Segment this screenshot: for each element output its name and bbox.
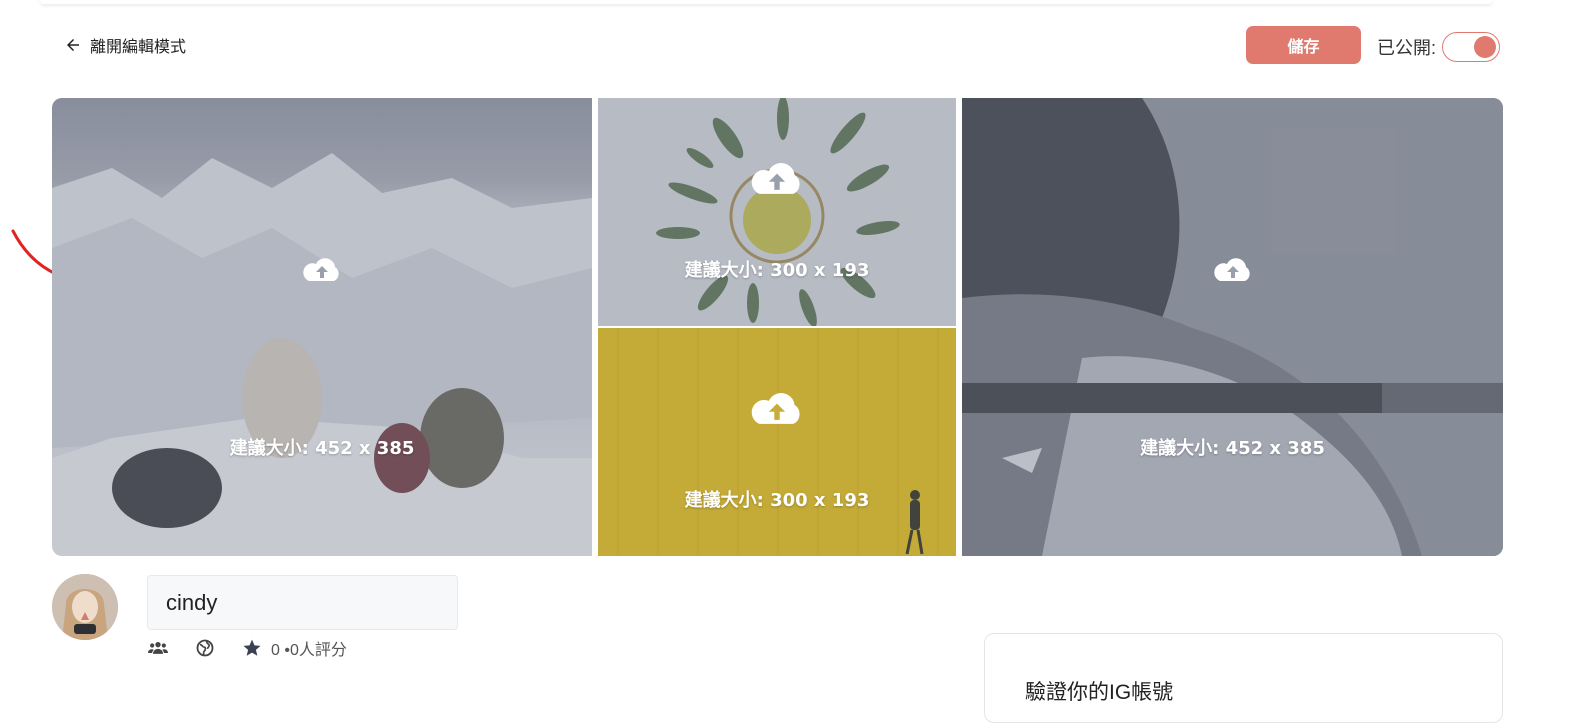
banner-upload-tile-bottom-middle[interactable]: 建議大小: 300 x 193 [598, 328, 956, 556]
ig-verify-title: 驗證你的IG帳號 [1025, 681, 1174, 704]
save-button[interactable]: 儲存 [1246, 26, 1361, 64]
exit-edit-mode-link[interactable]: 離開編輯模式 [64, 33, 186, 57]
recommended-size-caption: 建議大小: 452 x 385 [229, 438, 415, 459]
avatar[interactable] [52, 574, 118, 640]
public-toggle[interactable] [1442, 32, 1501, 62]
tile-overlay [962, 98, 1503, 556]
banner-upload-tile-large-right[interactable]: 建議大小: 452 x 385 [962, 98, 1503, 556]
toggle-knob [1474, 36, 1497, 58]
cloud-upload-icon[interactable] [747, 386, 807, 432]
ig-verify-card: 驗證你的IG帳號 [984, 633, 1503, 723]
cloud-upload-icon[interactable] [747, 156, 807, 202]
exit-edit-mode-label: 離開編輯模式 [90, 39, 187, 56]
star-icon [241, 637, 263, 659]
recommended-size-caption: 建議大小: 452 x 385 [1140, 438, 1325, 459]
profile-meta: 0 •0人評分 [147, 636, 347, 660]
tile-overlay [52, 98, 592, 556]
recommended-size-caption: 建議大小: 300 x 193 [684, 490, 870, 511]
recommended-size-caption: 建議大小: 300 x 193 [684, 260, 870, 281]
top-bar-edge [40, 0, 1492, 4]
arrow-left-icon [67, 39, 79, 51]
cloud-upload-icon[interactable] [1211, 253, 1255, 287]
banner-upload-tile-large-left[interactable]: 建議大小: 452 x 385 [52, 98, 592, 556]
globe-icon [194, 637, 216, 659]
rating-text: 0 •0人評分 [271, 642, 347, 659]
profile-name-field[interactable]: cindy [147, 575, 458, 630]
public-status: 已公開: [1377, 32, 1501, 62]
banner-upload-tile-top-middle[interactable]: 建議大小: 300 x 193 [598, 98, 956, 326]
users-icon [147, 637, 169, 659]
avatar-photo [52, 574, 118, 640]
public-label: 已公開: [1377, 38, 1437, 58]
tile-overlay [598, 98, 956, 326]
cloud-upload-icon[interactable] [300, 253, 344, 287]
tile-overlay [598, 328, 956, 556]
